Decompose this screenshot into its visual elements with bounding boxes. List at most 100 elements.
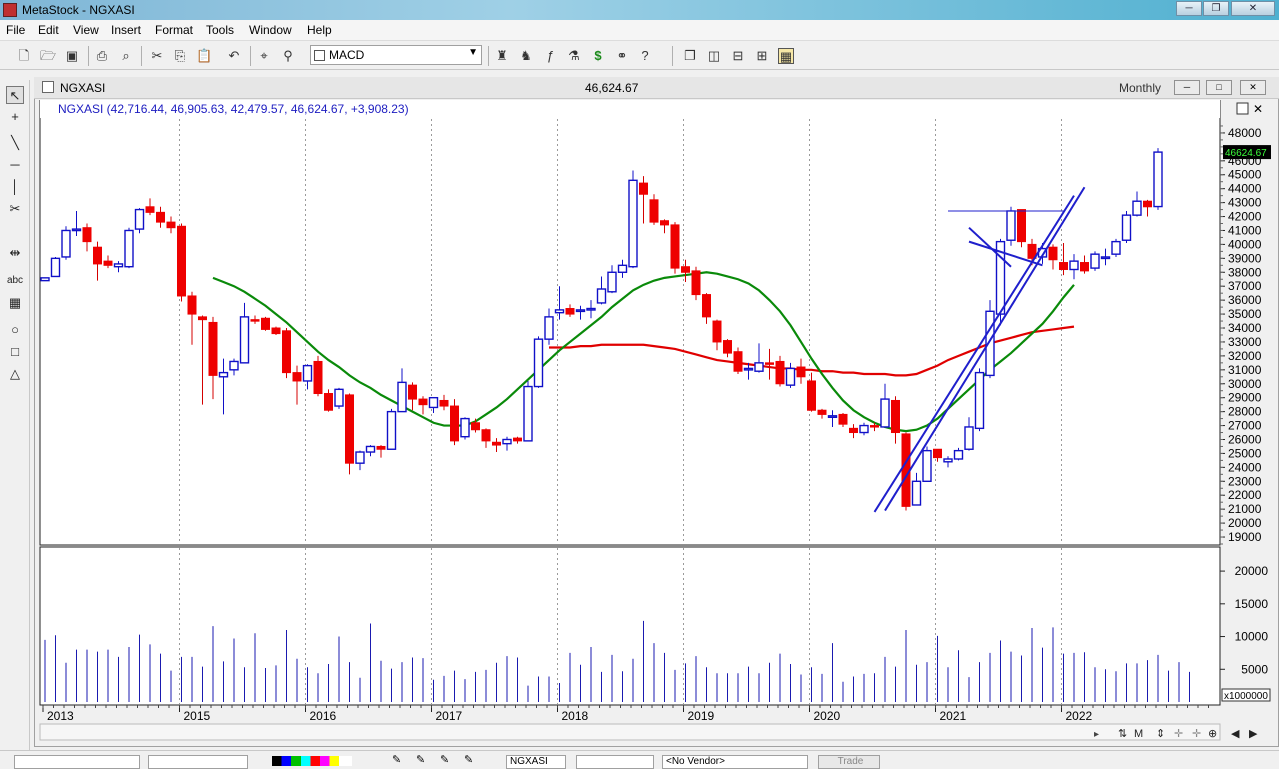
layout-icon[interactable]: ▦ <box>778 48 794 64</box>
grid-icon[interactable]: ⊞ <box>754 48 770 64</box>
pane-close-icon[interactable]: ✕ <box>1253 102 1263 116</box>
candle-body-down <box>1080 262 1089 272</box>
undo-icon[interactable]: ↶ <box>226 48 242 64</box>
window-title: MetaStock - NGXASI <box>22 3 135 17</box>
menu-insert[interactable]: Insert <box>111 23 141 37</box>
text-tool-icon[interactable]: abc <box>6 272 24 290</box>
tile-vertical-icon[interactable]: ◫ <box>706 48 722 64</box>
new-file-icon[interactable]: 🗋 <box>16 48 32 64</box>
scroll-right-icon[interactable]: ▸ <box>1094 729 1099 740</box>
grid-tool-icon[interactable]: ▦ <box>6 294 24 312</box>
horizontal-scrollbar[interactable] <box>39 723 1221 741</box>
cascade-icon[interactable]: ❐ <box>682 48 698 64</box>
volume-unit-label: x1000000 <box>1224 691 1268 702</box>
symbol-box[interactable]: NGXASI <box>506 755 566 769</box>
chart-close-button[interactable]: ✕ <box>1240 80 1266 95</box>
candle-body-up <box>880 398 890 428</box>
zoom-out-icon[interactable]: ✛ <box>1192 727 1201 740</box>
dollar-icon[interactable]: $ <box>590 48 606 64</box>
expert-advisor-icon[interactable]: ♜ <box>494 48 510 64</box>
tile-horizontal-icon[interactable]: ⊟ <box>730 48 746 64</box>
price-tick-label: 20000 <box>1228 516 1262 530</box>
save-icon[interactable]: ▣ <box>64 48 80 64</box>
minimize-button[interactable]: ─ <box>1176 1 1202 16</box>
formula-icon[interactable]: ƒ <box>542 48 558 64</box>
menu-tools[interactable]: Tools <box>206 23 234 37</box>
menu-window[interactable]: Window <box>249 23 292 37</box>
cycle-lines-icon[interactable]: ⇹ <box>6 244 24 262</box>
candle-body-down <box>765 362 774 365</box>
candle-body-up <box>974 371 985 430</box>
color-palette[interactable] <box>272 756 352 766</box>
indicator-dropdown[interactable]: MACD ▼ <box>310 45 482 65</box>
style-icon[interactable]: ✎ <box>464 753 473 766</box>
candle-body-up <box>1069 260 1079 271</box>
vertical-fit-icon[interactable]: ⇕ <box>1156 727 1165 740</box>
scroll-mode-icon[interactable]: M <box>1134 728 1143 740</box>
candle-body-down <box>796 366 806 378</box>
candle-body-up <box>502 438 512 445</box>
copy-icon[interactable]: ⎘ <box>172 48 188 64</box>
candle-body-down <box>849 427 858 434</box>
ellipse-icon[interactable]: ○ <box>6 321 24 339</box>
pane-restore-button[interactable] <box>1236 102 1249 115</box>
volume-tick-label: 10000 <box>1235 630 1269 644</box>
chart-periodicity: Monthly <box>1119 81 1162 95</box>
pointer-icon[interactable]: ↖ <box>6 86 24 104</box>
candle-body-down <box>565 308 575 315</box>
print-preview-icon[interactable]: ⌕ <box>118 48 134 64</box>
print-icon[interactable]: ⎙ <box>94 48 110 64</box>
price-tick-label: 37000 <box>1228 279 1262 293</box>
style-icon[interactable]: ✎ <box>440 753 449 766</box>
status-dropdown-3[interactable] <box>576 755 654 769</box>
candle-body-down <box>1143 200 1152 208</box>
style-icon[interactable]: ✎ <box>416 753 425 766</box>
close-button[interactable]: ✕ <box>1231 1 1275 16</box>
system-tester-icon[interactable]: ⚗ <box>566 48 582 64</box>
open-folder-icon[interactable]: 🗁 <box>40 48 56 64</box>
zoom-reset-icon[interactable]: ⊕ <box>1208 727 1217 740</box>
menu-view[interactable]: View <box>73 23 99 37</box>
vertical-line-icon[interactable]: │ <box>6 178 24 196</box>
cut-icon[interactable]: ✂ <box>149 48 165 64</box>
chart-minimize-button[interactable]: ─ <box>1174 80 1200 95</box>
price-tick-label: 19000 <box>1228 530 1262 544</box>
status-dropdown-1[interactable] <box>14 755 140 769</box>
explorer-icon[interactable]: ♞ <box>518 48 534 64</box>
volume-tick-label: 5000 <box>1241 662 1268 676</box>
price-tick-label: 38000 <box>1228 265 1262 279</box>
page-left-icon[interactable]: ◀ <box>1231 727 1240 740</box>
candle-body-up <box>460 417 470 438</box>
maximize-button[interactable]: ❐ <box>1203 1 1229 16</box>
crosshair-icon[interactable]: ⌖ <box>256 48 272 64</box>
horizontal-line-icon[interactable]: ─ <box>6 156 24 174</box>
candle-body-down <box>408 384 417 400</box>
vendor-dropdown[interactable]: <No Vendor> <box>662 755 808 769</box>
binoculars-icon[interactable]: ⚭ <box>614 48 630 64</box>
candle-body-down <box>639 182 648 195</box>
zoom-icon[interactable]: ⚲ <box>280 48 296 64</box>
paste-icon[interactable]: 📋 <box>196 48 212 64</box>
menu-format[interactable]: Format <box>155 23 193 37</box>
menu-file[interactable]: File <box>6 23 25 37</box>
scroll-lock-icon[interactable]: ⇅ <box>1118 727 1127 740</box>
year-label: 2019 <box>688 709 715 723</box>
help-pointer-icon[interactable]: ? <box>637 48 653 64</box>
rectangle-icon[interactable]: □ <box>6 343 24 361</box>
price-volume-chart[interactable]: NGXASI (42,716.44, 46,905.63, 42,479.57,… <box>38 100 1272 746</box>
status-dropdown-2[interactable] <box>148 755 248 769</box>
delete-line-icon[interactable]: ✂ <box>6 200 24 218</box>
crosshair-tool-icon[interactable]: + <box>6 108 24 126</box>
menu-edit[interactable]: Edit <box>38 23 59 37</box>
trade-button[interactable]: Trade <box>818 755 880 769</box>
main-toolbar: 🗋 🗁 ▣ ⎙ ⌕ ✂ ⎘ 📋 ↶ ⌖ ⚲ MACD ▼ ♜ ♞ ƒ ⚗ $ ⚭… <box>0 42 1279 70</box>
menu-help[interactable]: Help <box>307 23 332 37</box>
triangle-icon[interactable]: △ <box>6 365 24 383</box>
style-icon[interactable]: ✎ <box>392 753 401 766</box>
chart-window-header: NGXASI 46,624.67 Monthly ─ □ ✕ <box>34 77 1279 99</box>
trendline-icon[interactable]: ╲ <box>6 134 24 152</box>
chart-maximize-button[interactable]: □ <box>1206 80 1232 95</box>
zoom-in-icon[interactable]: ✛ <box>1174 727 1183 740</box>
price-tick-label: 33000 <box>1228 335 1262 349</box>
page-right-icon[interactable]: ▶ <box>1249 727 1258 740</box>
